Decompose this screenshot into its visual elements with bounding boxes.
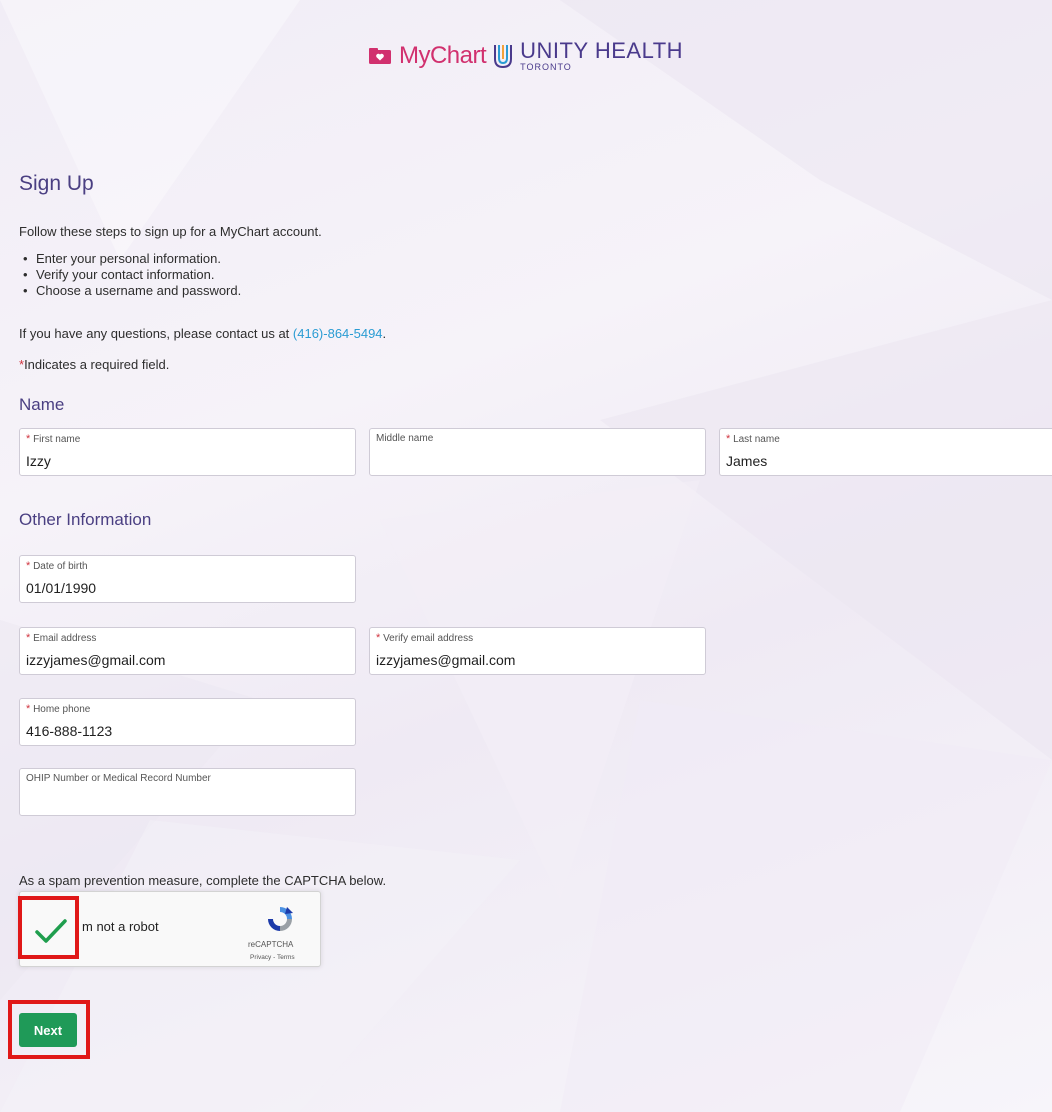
email-label: Email address [33,633,97,644]
mychart-wordmark: MyChart [398,42,487,69]
verify-email-label: Verify email address [383,633,474,644]
last-name-field[interactable]: * Last name James [719,428,1052,476]
site-header: MyChart UNITY HEALTH TORONTO [0,40,1052,72]
captcha-instruction: As a spam prevention measure, complete t… [19,873,387,888]
first-name-value: Izzy [26,453,51,469]
date-of-birth-field[interactable]: * Date of birth 01/01/1990 [19,555,356,603]
recaptcha-brand: reCAPTCHA [248,940,294,949]
middle-name-label: Middle name [376,433,434,444]
email-value: izzyjames@gmail.com [26,652,166,668]
first-name-label: First name [33,434,81,445]
middle-name-field[interactable]: Middle name [369,428,706,476]
step-item: Choose a username and password. [19,283,241,299]
recaptcha-label: m not a robot [82,919,159,934]
verify-email-field[interactable]: * Verify email address izzyjames@gmail.c… [369,627,706,675]
ohip-number-field[interactable]: OHIP Number or Medical Record Number [19,768,356,816]
name-section-heading: Name [19,395,65,414]
contact-phone-link[interactable]: (416)-864-5494 [293,326,383,341]
contact-suffix: . [382,326,387,341]
step-item: Enter your personal information. [19,251,241,267]
step-item: Verify your contact information. [19,267,241,283]
required-asterisk: * [26,560,31,572]
required-note-text: Indicates a required field. [24,357,170,372]
required-asterisk: * [726,433,731,445]
contact-text: If you have any questions, please contac… [19,326,386,341]
unity-health-logo: UNITY HEALTH TORONTO [492,40,683,72]
recaptcha-logo-icon [268,907,293,931]
date-of-birth-value: 01/01/1990 [26,580,97,596]
unity-health-subtitle: TORONTO [520,62,572,72]
intro-text: Follow these steps to sign up for a MyCh… [19,224,322,239]
required-note: *Indicates a required field. [19,357,169,372]
email-field[interactable]: * Email address izzyjames@gmail.com [19,627,356,675]
home-phone-field[interactable]: * Home phone 416-888-1123 [19,698,356,746]
date-of-birth-label: Date of birth [33,561,88,572]
next-button-highlight-box [8,1000,90,1059]
required-asterisk: * [26,703,31,715]
required-asterisk: * [376,632,381,644]
last-name-label: Last name [733,434,780,445]
home-phone-value: 416-888-1123 [26,723,113,739]
verify-email-value: izzyjames@gmail.com [376,652,516,668]
unity-health-icon [494,45,513,69]
checkbox-highlight-box [18,896,79,959]
unity-health-name: UNITY HEALTH [520,38,684,63]
other-info-section-heading: Other Information [19,510,152,529]
last-name-value: James [726,453,768,469]
required-asterisk: * [26,433,31,445]
contact-prefix: If you have any questions, please contac… [19,326,293,341]
page-title: Sign Up [19,172,94,195]
mychart-logo: MyChart [368,42,487,70]
steps-list: Enter your personal information. Verify … [19,251,241,299]
home-phone-label: Home phone [33,704,91,715]
ohip-number-label: OHIP Number or Medical Record Number [26,773,211,784]
mychart-folder-icon [368,48,391,64]
required-asterisk: * [26,632,31,644]
first-name-field[interactable]: * First name Izzy [19,428,356,476]
recaptcha-links[interactable]: Privacy - Terms [250,954,295,961]
